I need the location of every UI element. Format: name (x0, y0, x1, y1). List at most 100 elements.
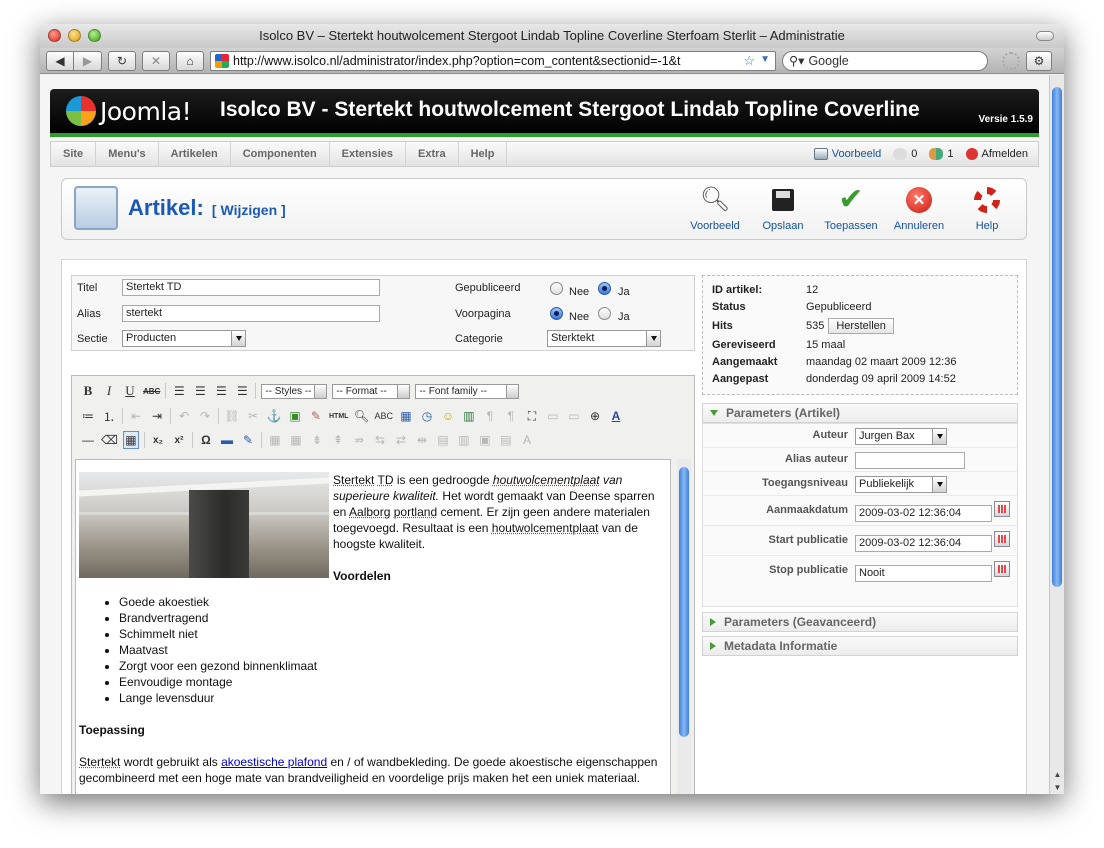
minimize-window-button[interactable] (68, 29, 81, 42)
visual-aid-icon[interactable]: ▦ (122, 431, 139, 449)
subscript-icon[interactable]: x₂ (150, 431, 166, 449)
stop-button[interactable]: ✕ (142, 50, 170, 71)
reset-hits-button[interactable]: Herstellen (828, 318, 894, 334)
page-scrollbar[interactable]: ▲ ▼ (1049, 75, 1064, 794)
align-justify-icon[interactable]: ☰ (234, 382, 250, 400)
created-date-input[interactable]: 2009-03-02 12:36:04 (855, 505, 992, 522)
menu-item-components[interactable]: Componenten (231, 142, 330, 166)
zoom-window-button[interactable] (88, 29, 101, 42)
superscript-icon[interactable]: x² (171, 431, 187, 449)
bookmark-star-icon[interactable]: ☆ (743, 53, 755, 69)
cell-props-icon[interactable]: ▣ (477, 431, 493, 449)
delete-row-icon[interactable]: ⇏ (351, 431, 367, 449)
history-dropdown-icon[interactable]: ▼ (760, 54, 770, 65)
format-select[interactable]: -- Format -- (332, 383, 411, 399)
messages-link[interactable]: 0 (893, 148, 917, 160)
frontpage-no-radio[interactable] (550, 307, 563, 320)
help-button[interactable]: Help (960, 185, 1014, 232)
align-center-icon[interactable]: ☰ (192, 382, 208, 400)
align-right-icon[interactable]: ☰ (213, 382, 229, 400)
ltr-icon[interactable]: ¶ (482, 407, 498, 425)
save-button[interactable]: Opslaan (756, 185, 810, 232)
fullscreen-icon[interactable]: ⛶ (524, 407, 540, 425)
media-icon[interactable]: ▥ (461, 407, 477, 425)
strikethrough-button[interactable]: ABC (143, 382, 160, 400)
style-props-icon[interactable]: A (519, 431, 535, 449)
bullet-list-icon[interactable]: ≔ (80, 407, 96, 425)
layer-icon[interactable]: ▭ (545, 407, 561, 425)
params-article-header[interactable]: Parameters (Artikel) (702, 403, 1018, 423)
preview-link[interactable]: Voorbeeld (813, 148, 881, 160)
table-props-icon[interactable]: ▦ (288, 431, 304, 449)
toolbar-toggle-button[interactable] (1036, 31, 1054, 41)
users-online[interactable]: 1 (929, 148, 954, 160)
access-level-select[interactable]: Publiekelijk (855, 476, 947, 493)
bold-button[interactable]: B (80, 382, 96, 400)
row-after-icon[interactable]: ⇞ (330, 431, 346, 449)
start-publish-input[interactable]: 2009-03-02 12:36:04 (855, 535, 992, 552)
anchor-icon[interactable]: ⚓ (266, 407, 282, 425)
alias-author-input[interactable] (855, 452, 965, 469)
remove-format-icon[interactable]: ⌫ (101, 431, 118, 449)
row-before-icon[interactable]: ⇟ (309, 431, 325, 449)
forward-button[interactable]: ▶ (74, 50, 102, 71)
replace-icon[interactable]: ABC (374, 407, 393, 425)
apply-button[interactable]: ✔ Toepassen (824, 185, 878, 233)
insert-date-icon[interactable]: ▦ (398, 407, 414, 425)
split-cells-icon[interactable]: ▥ (456, 431, 472, 449)
delete-col-icon[interactable]: ⇹ (414, 431, 430, 449)
frontpage-yes-radio[interactable] (598, 307, 611, 320)
scroll-down-icon[interactable]: ▼ (1050, 781, 1064, 794)
menu-item-articles[interactable]: Artikelen (159, 142, 231, 166)
undo-icon[interactable]: ↶ (176, 407, 192, 425)
merge-cells-icon[interactable]: ▤ (435, 431, 451, 449)
layer-move-icon[interactable]: ▭ (566, 407, 582, 425)
preview-button[interactable]: 🔍︎ Voorbeeld (688, 185, 742, 233)
acoustic-ceiling-link[interactable]: akoestische plafond (221, 755, 327, 769)
page-scroll-thumb[interactable] (1052, 87, 1062, 587)
outdent-icon[interactable]: ⇤ (128, 407, 144, 425)
col-after-icon[interactable]: ⇄ (393, 431, 409, 449)
italic-button[interactable]: I (101, 382, 117, 400)
redo-icon[interactable]: ↷ (197, 407, 213, 425)
edit-attributes-icon[interactable]: ✎ (240, 431, 256, 449)
row-props-icon[interactable]: ▤ (498, 431, 514, 449)
settings-button[interactable]: ⚙ (1026, 50, 1052, 71)
published-no-radio[interactable] (550, 282, 563, 295)
menu-item-menus[interactable]: Menu's (96, 142, 159, 166)
align-left-icon[interactable]: ☰ (171, 382, 187, 400)
editor-scrollbar[interactable] (677, 459, 691, 794)
col-before-icon[interactable]: ⇆ (372, 431, 388, 449)
link-icon[interactable]: ⛓ (224, 407, 240, 425)
indent-icon[interactable]: ⇥ (149, 407, 165, 425)
calendar-icon[interactable] (994, 501, 1010, 517)
search-field[interactable]: ⚲▾ Google (782, 50, 988, 71)
alias-input[interactable]: stertekt (122, 305, 380, 322)
menu-item-help[interactable]: Help (459, 142, 508, 166)
logout-link[interactable]: Afmelden (965, 148, 1028, 160)
font-family-select[interactable]: -- Font family -- (415, 383, 520, 399)
home-button[interactable]: ⌂ (176, 50, 204, 71)
absolute-position-icon[interactable]: ⊕ (587, 407, 603, 425)
metadata-header[interactable]: Metadata Informatie (702, 636, 1018, 656)
reload-button[interactable]: ↻ (108, 50, 136, 71)
cleanup-icon[interactable]: ✎ (308, 407, 324, 425)
font-color-icon[interactable]: A (608, 407, 624, 425)
section-select[interactable]: Producten (122, 330, 246, 347)
insert-hr-icon[interactable]: ▬ (219, 431, 235, 449)
unlink-icon[interactable]: ✂ (245, 407, 261, 425)
find-icon[interactable]: 🔍︎ (353, 407, 369, 425)
search-engine-icon[interactable]: ⚲▾ (789, 53, 804, 68)
html-source-icon[interactable]: HTML (329, 407, 348, 425)
table-icon[interactable]: ▦ (267, 431, 283, 449)
address-bar[interactable]: http://www.isolco.nl/administrator/index… (210, 50, 776, 71)
author-select[interactable]: Jurgen Bax (855, 428, 947, 445)
menu-item-extensions[interactable]: Extensies (330, 142, 407, 166)
horizontal-rule-icon[interactable]: — (80, 431, 96, 449)
params-advanced-header[interactable]: Parameters (Geavanceerd) (702, 612, 1018, 632)
close-window-button[interactable] (48, 29, 61, 42)
published-yes-radio[interactable] (598, 282, 611, 295)
calendar-icon[interactable] (994, 561, 1010, 577)
stop-publish-input[interactable]: Nooit (855, 565, 992, 582)
back-button[interactable]: ◀ (46, 50, 74, 71)
